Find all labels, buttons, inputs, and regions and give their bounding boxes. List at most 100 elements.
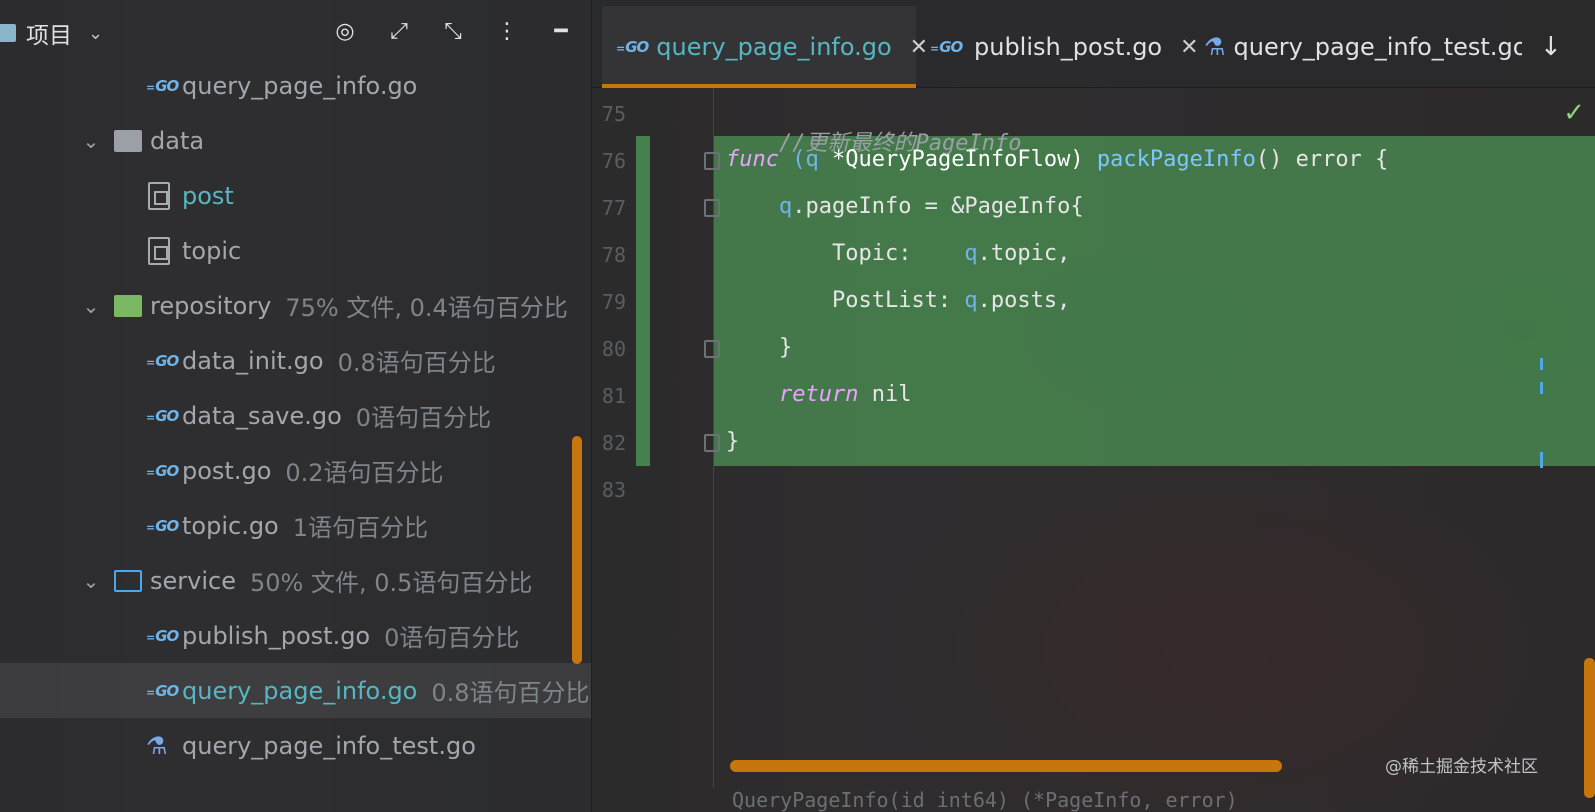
watermark-text: @稀土掘金技术社区 xyxy=(1385,757,1538,777)
fold-icon[interactable] xyxy=(704,340,720,358)
target-icon[interactable]: ◎ xyxy=(330,16,360,46)
code-line-81[interactable]: return nil xyxy=(726,382,911,407)
code-line-78[interactable]: Topic: q.topic, xyxy=(726,241,1070,266)
field-key: Topic: xyxy=(831,241,965,266)
checkmark-icon[interactable]: ✓ xyxy=(1563,98,1585,128)
code-line-82[interactable]: } xyxy=(726,429,739,454)
tree-item[interactable]: GO post.go 0.2语句百分比 xyxy=(0,443,591,498)
coverage-hint: 0语句百分比 xyxy=(355,404,492,432)
arrow-down-icon[interactable]: ↓ xyxy=(1540,32,1562,62)
project-view-selector[interactable]: 项目 ⌄ xyxy=(0,18,103,49)
tree-item-label: service xyxy=(150,566,236,595)
coverage-hint: 0.8语句百分比 xyxy=(337,349,496,377)
tree-item-label: topic.go xyxy=(182,511,279,540)
code-text: } xyxy=(778,335,793,360)
type-name: *QueryPageInfoFlow) xyxy=(831,147,1097,172)
tree-item-label: query_page_info.go xyxy=(182,676,418,705)
tab-query-page-info-test[interactable]: ⚗ query_page_info_test.go xyxy=(1204,6,1522,88)
repository-folder-icon xyxy=(114,294,142,317)
project-scrollbar[interactable] xyxy=(572,436,582,664)
project-panel: 项目 ⌄ ◎ ⤢ ⤡ ⋮ ━ GO query_page_info.go ⌄ d… xyxy=(0,0,592,812)
project-title: 项目 xyxy=(26,23,72,49)
fold-icon[interactable] xyxy=(704,434,720,452)
tab-query-page-info[interactable]: GO query_page_info.go ✕ xyxy=(602,6,928,88)
coverage-hint: 0.2语句百分比 xyxy=(285,459,444,487)
tree-item-label: query_page_info_test.go xyxy=(182,731,476,760)
vcs-change-marker[interactable] xyxy=(636,136,650,466)
chevron-down-icon[interactable]: ⌄ xyxy=(80,294,102,318)
editor-tab-bar: GO query_page_info.go ✕ GO publish_post.… xyxy=(592,0,1595,88)
go-file-icon: GO xyxy=(146,517,182,535)
code-line-80[interactable]: } xyxy=(726,335,792,360)
code-editor: GO query_page_info.go ✕ GO publish_post.… xyxy=(592,0,1595,812)
scroll-marker xyxy=(1540,382,1543,394)
tree-item-label: post xyxy=(182,181,234,210)
code-text: .topic, xyxy=(977,241,1071,266)
tree-folder-repository[interactable]: ⌄ repository 75% 文件, 0.4语句百分比 xyxy=(0,278,591,333)
tree-item[interactable]: GO publish_post.go 0语句百分比 xyxy=(0,608,591,663)
chevron-down-icon[interactable]: ⌄ xyxy=(88,23,103,44)
tree-item[interactable]: ⚗ query_page_info_test.go xyxy=(0,718,591,773)
collapse-all-icon[interactable]: ⤡ xyxy=(438,16,468,46)
horizontal-scrollbar[interactable] xyxy=(730,760,1282,772)
go-file-icon: GO xyxy=(146,352,182,370)
line-number: 83 xyxy=(601,478,626,502)
line-number: 78 xyxy=(601,243,626,267)
tab-overflow-button[interactable]: ↓ xyxy=(1540,6,1562,88)
tree-item-label: query_page_info.go xyxy=(182,71,418,100)
fold-icon[interactable] xyxy=(704,199,720,217)
code-text: .pageInfo = &PageInfo{ xyxy=(792,194,1084,219)
chevron-down-icon[interactable]: ⌄ xyxy=(80,569,102,593)
line-number: 76 xyxy=(601,149,626,173)
line-number: 75 xyxy=(601,102,626,126)
binary-file-icon xyxy=(148,181,170,210)
receiver: q xyxy=(778,194,793,219)
code-line-79[interactable]: PostList: q.posts, xyxy=(726,288,1070,313)
tree-item-label: data_save.go xyxy=(182,401,342,430)
tree-item-label: topic xyxy=(182,236,242,265)
tree-item[interactable]: GO data_init.go 0.8语句百分比 xyxy=(0,333,591,388)
tree-item[interactable]: topic xyxy=(0,223,591,278)
code-text: } xyxy=(726,429,740,454)
keyword: func xyxy=(726,147,779,172)
receiver: q xyxy=(964,288,978,313)
tree-folder-service[interactable]: ⌄ service 50% 文件, 0.5语句百分比 xyxy=(0,553,591,608)
go-file-icon: GO xyxy=(146,682,182,700)
tab-label: query_page_info.go xyxy=(656,33,892,61)
coverage-hint: 75% 文件, 0.4语句百分比 xyxy=(285,294,568,322)
go-file-icon: GO xyxy=(930,38,966,56)
fold-icon[interactable] xyxy=(704,152,720,170)
vertical-scrollbar[interactable] xyxy=(1584,658,1595,798)
code-text: nil xyxy=(858,382,912,407)
tree-folder-data[interactable]: ⌄ data xyxy=(0,113,591,168)
test-flask-icon: ⚗ xyxy=(146,731,168,760)
expand-all-icon[interactable]: ⤢ xyxy=(384,16,414,46)
tree-item-label: publish_post.go xyxy=(182,621,371,650)
close-icon[interactable]: ✕ xyxy=(910,35,928,60)
more-options-icon[interactable]: ⋮ xyxy=(492,16,522,46)
tree-item-selected[interactable]: GO query_page_info.go 0.8语句百分比 xyxy=(0,663,591,718)
tree-item[interactable]: post xyxy=(0,168,591,223)
tree-item[interactable]: GO data_save.go 0语句百分比 xyxy=(0,388,591,443)
receiver: (q xyxy=(792,147,832,172)
tree-item[interactable]: GO topic.go 1语句百分比 xyxy=(0,498,591,553)
receiver: q xyxy=(964,241,978,266)
project-toolbar: ◎ ⤢ ⤡ ⋮ ━ xyxy=(330,16,576,46)
tab-publish-post[interactable]: GO publish_post.go ✕ xyxy=(930,6,1198,88)
tree-item-label: data xyxy=(150,126,205,155)
tree-item[interactable]: GO query_page_info.go xyxy=(0,58,591,113)
go-file-icon: GO xyxy=(616,38,649,56)
folder-icon xyxy=(0,24,16,42)
line-number: 82 xyxy=(601,431,626,455)
code-text: .posts, xyxy=(977,288,1071,313)
code-line-77[interactable]: q.pageInfo = &PageInfo{ xyxy=(726,194,1084,219)
go-file-icon: GO xyxy=(146,627,182,645)
project-panel-header: 项目 ⌄ ◎ ⤢ ⤡ ⋮ ━ xyxy=(0,0,591,66)
minimize-icon[interactable]: ━ xyxy=(546,16,576,46)
scroll-marker xyxy=(1540,452,1543,468)
code-line-76[interactable]: func (q *QueryPageInfoFlow) packPageInfo… xyxy=(726,147,1388,172)
tab-label: publish_post.go xyxy=(974,33,1163,61)
close-icon[interactable]: ✕ xyxy=(1180,35,1198,60)
line-number: 77 xyxy=(601,196,626,220)
chevron-down-icon[interactable]: ⌄ xyxy=(80,129,102,153)
